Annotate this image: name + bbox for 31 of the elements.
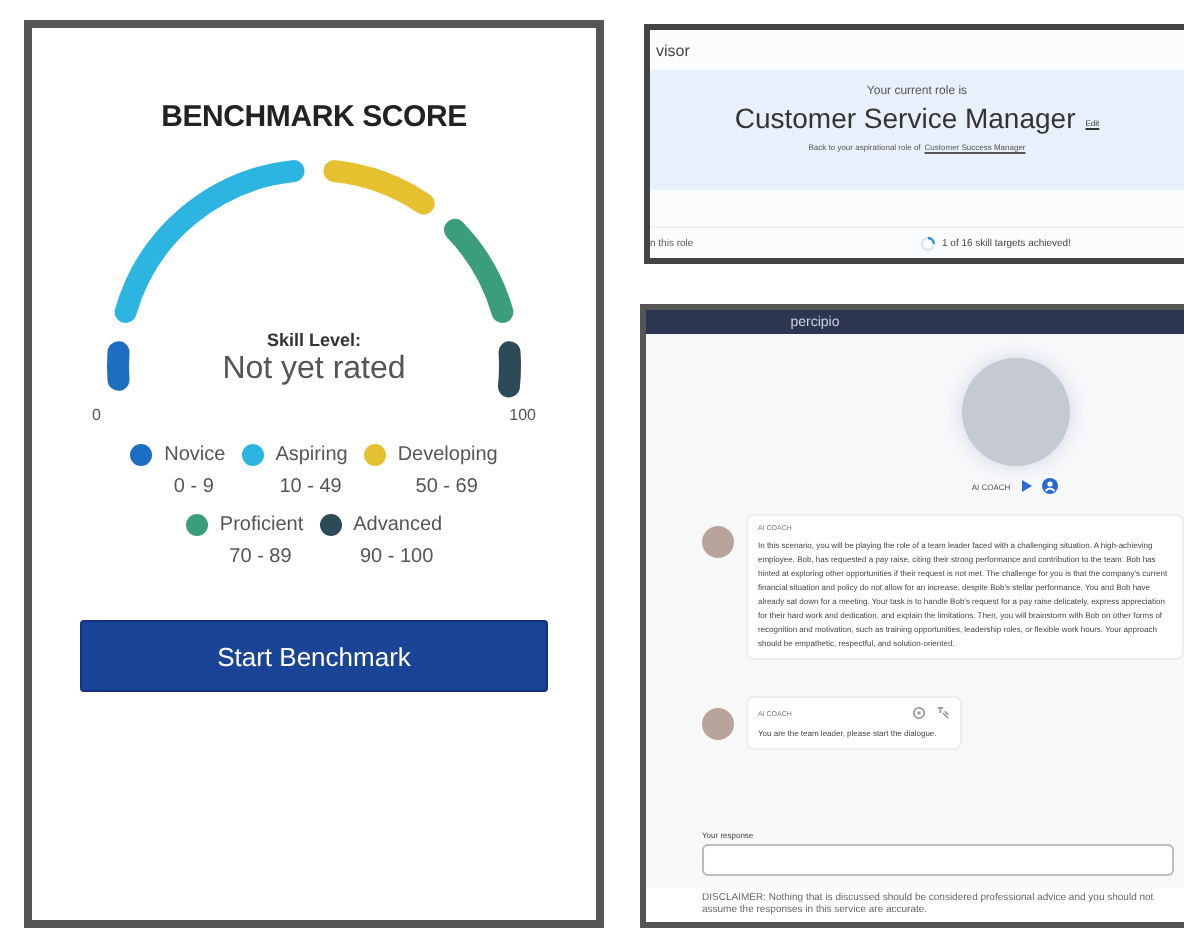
legend-label: Novice xyxy=(164,444,226,466)
legend-range: 0 - 9 xyxy=(171,476,214,498)
user-icon[interactable] xyxy=(1042,478,1059,494)
legend-range: 10 - 49 xyxy=(277,476,342,498)
skill-level-label: Skill Level: xyxy=(266,330,362,350)
legend-range: 90 - 100 xyxy=(357,546,434,568)
legend-range: 50 - 69 xyxy=(413,476,478,498)
legend-label: Aspiring xyxy=(275,444,348,466)
gauge-segment xyxy=(323,160,435,215)
role-name: Customer Service Manager xyxy=(734,102,1076,134)
panel-title: visor xyxy=(654,40,692,64)
settings-icon[interactable] xyxy=(912,706,926,720)
progress-ring-icon xyxy=(920,236,936,252)
gauge-segment xyxy=(107,341,130,391)
skill-level-value: Not yet rated xyxy=(222,352,406,388)
start-benchmark-button[interactable]: Start Benchmark xyxy=(80,620,548,692)
play-icon[interactable] xyxy=(1020,480,1033,492)
panel-title: BENCHMARK SCORE xyxy=(161,100,467,134)
scale-min: 0 xyxy=(92,406,101,424)
gauge-segment xyxy=(444,218,514,323)
legend-label: Advanced xyxy=(353,514,443,536)
legend-label: Proficient xyxy=(219,514,304,536)
translate-icon[interactable] xyxy=(936,706,950,720)
response-field[interactable] xyxy=(702,844,1174,876)
avatar-placeholder xyxy=(702,708,734,740)
legend-range: 70 - 89 xyxy=(227,546,292,568)
legend-label: Developing xyxy=(397,444,498,466)
gauge-segment xyxy=(497,341,521,398)
avatar-placeholder xyxy=(702,526,734,558)
avatar-placeholder xyxy=(961,358,1069,466)
scale-max: 100 xyxy=(509,406,536,424)
